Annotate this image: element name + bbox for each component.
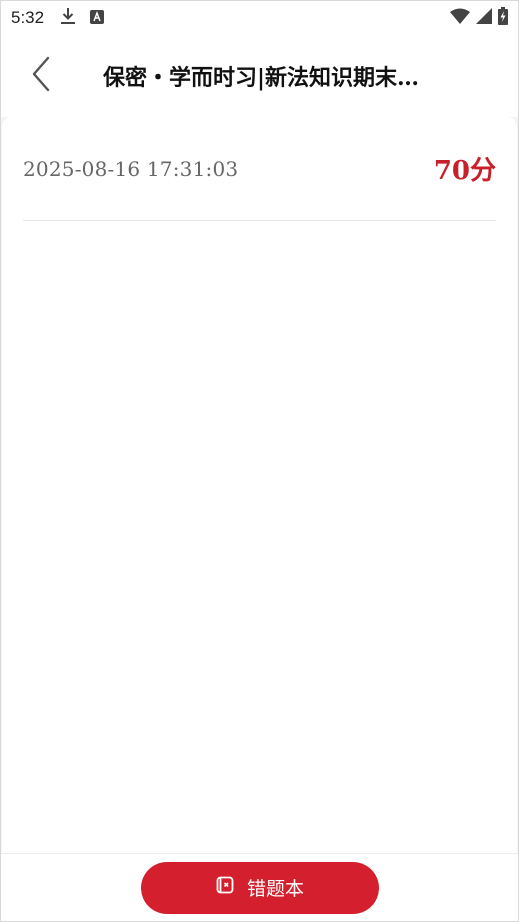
back-button[interactable]: [1, 35, 81, 117]
record-time: 2025-08-16 17:31:03: [23, 156, 239, 181]
signal-icon: [476, 8, 492, 28]
status-left-icons: [60, 7, 105, 29]
wrong-book-button[interactable]: 错题本: [140, 861, 379, 914]
status-right-icons: [450, 7, 508, 29]
app-bar: 保密・学而时习|新法知识期末…: [1, 35, 518, 117]
notebook-icon: [215, 875, 235, 900]
status-time: 5:32: [11, 8, 45, 27]
a-box-icon: [90, 9, 105, 28]
record-row[interactable]: 2025-08-16 17:31:03 70分: [23, 117, 496, 221]
screen: 5:32 保密・学而时习|新法知识期末… 2025-08-16 17:31:03…: [0, 0, 519, 922]
chevron-left-icon: [31, 56, 51, 96]
battery-charging-icon: [498, 7, 508, 29]
page-title: 保密・学而时习|新法知识期末…: [103, 65, 420, 91]
status-bar: 5:32: [1, 1, 518, 35]
download-icon: [60, 7, 76, 29]
record-score: 70分: [433, 156, 496, 186]
wifi-icon: [450, 8, 470, 28]
bottom-bar: 错题本: [1, 853, 518, 921]
record-list: 2025-08-16 17:31:03 70分: [2, 117, 517, 853]
wrong-book-label: 错题本: [246, 878, 304, 900]
